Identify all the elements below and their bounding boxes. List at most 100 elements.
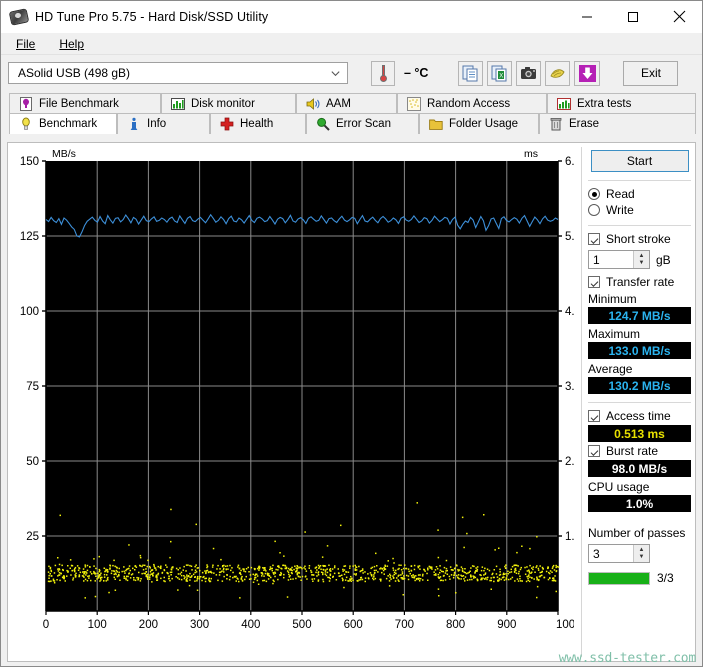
tab-benchmark[interactable]: Benchmark [9,113,117,134]
temperature-button[interactable] [371,61,395,86]
checkbox-access-time-label: Access time [606,409,671,423]
checkbox-transfer-rate[interactable]: Transfer rate [588,275,693,289]
divider-3 [588,402,691,403]
radio-read[interactable]: Read [588,187,693,201]
svg-text:600: 600 [344,619,363,631]
thermometer-icon [380,65,387,82]
tab-bar: File Benchmark Disk monitor AAM [1,93,702,134]
svg-text:5.00: 5.00 [565,231,574,243]
tab-info-label: Info [147,118,166,130]
radio-write[interactable]: Write [588,203,693,217]
window-title: HD Tune Pro 5.75 - Hard Disk/SSD Utility [35,10,268,24]
radio-read-label: Read [606,187,635,201]
svg-text:1000: 1000 [556,619,574,631]
svg-text:50: 50 [26,456,39,468]
copy-to-clipboard-button[interactable] [458,61,483,86]
minimize-button[interactable] [564,1,610,32]
average-label: Average [588,362,693,376]
svg-text:75: 75 [26,381,39,393]
tab-extra-tests[interactable]: Extra tests [547,93,696,114]
export-excel-button[interactable]: X [487,61,512,86]
svg-text:300: 300 [190,619,209,631]
svg-text:200: 200 [139,619,158,631]
watermark: www.ssd-tester.com [559,651,696,666]
download-button[interactable] [574,61,600,86]
minimum-label: Minimum [588,292,693,306]
hand-icon [549,66,566,81]
tab-file-benchmark[interactable]: File Benchmark [9,93,161,114]
short-stroke-stepper[interactable]: 1 ▲▼ [588,250,650,269]
tab-extra-tests-label: Extra tests [577,98,631,110]
svg-text:700: 700 [395,619,414,631]
short-stroke-value: 1 [589,253,633,267]
svg-text:125: 125 [20,231,39,243]
checkbox-short-stroke-label: Short stroke [606,232,671,246]
svg-text:900: 900 [497,619,516,631]
svg-text:2.00: 2.00 [565,456,574,468]
benchmark-chart-svg: MB/sms2550751001251501.002.003.004.005.0… [8,143,574,662]
svg-text:25: 25 [26,531,39,543]
checkbox-burst-rate-indicator [588,445,600,457]
benchmark-chart: MB/sms2550751001251501.002.003.004.005.0… [8,143,574,662]
passes-stepper-arrows[interactable]: ▲▼ [633,545,649,562]
info-icon [127,117,141,131]
tab-info[interactable]: Info [117,113,210,134]
checkbox-access-time-indicator [588,410,600,422]
maximum-label: Maximum [588,327,693,341]
screenshot-button[interactable] [516,61,541,86]
maximum-value: 133.0 MB/s [588,342,691,359]
hand-tool-button[interactable] [545,61,570,86]
short-stroke-stepper-arrows[interactable]: ▲▼ [633,251,649,268]
tab-error-scan[interactable]: Error Scan [306,113,419,134]
start-button[interactable]: Start [591,150,689,172]
menu-file[interactable]: File [9,35,46,53]
magnifier-icon [316,117,330,131]
chevron-down-icon [330,68,341,79]
tab-folder-usage-label: Folder Usage [449,118,518,130]
checkbox-transfer-rate-label: Transfer rate [606,275,674,289]
tab-row-upper: File Benchmark Disk monitor AAM [9,93,696,114]
file-benchmark-icon [19,97,33,111]
svg-text:X: X [500,73,504,79]
close-button[interactable] [656,1,702,32]
exit-button[interactable]: Exit [623,61,678,86]
cpu-usage-label: CPU usage [588,480,693,494]
svg-text:ms: ms [524,148,538,160]
tab-aam-label: AAM [326,98,351,110]
lightbulb-icon [19,117,33,131]
burst-rate-value: 98.0 MB/s [588,460,691,477]
down-arrow-icon [578,64,597,83]
tab-erase[interactable]: Erase [539,113,696,134]
tab-health[interactable]: Health [210,113,306,134]
passes-row: 3 ▲▼ [588,544,693,563]
menu-help[interactable]: Help [52,35,95,53]
checkbox-access-time[interactable]: Access time [588,409,693,423]
folder-icon [429,117,443,131]
divider-1 [588,180,691,181]
start-button-label: Start [627,154,652,168]
tab-aam[interactable]: AAM [296,93,397,114]
random-access-icon [407,97,421,111]
checkbox-short-stroke[interactable]: Short stroke [588,232,693,246]
tab-folder-usage[interactable]: Folder Usage [419,113,539,134]
tab-file-benchmark-label: File Benchmark [39,98,119,110]
menu-bar: File Help [1,33,702,55]
drive-select[interactable]: ASolid USB (498 gB) [8,62,348,84]
passes-stepper[interactable]: 3 ▲▼ [588,544,650,563]
excel-export-icon: X [491,65,508,82]
tab-random-access[interactable]: Random Access [397,93,547,114]
svg-text:6.00: 6.00 [565,156,574,168]
window-controls [564,1,702,32]
checkbox-transfer-rate-indicator [588,276,600,288]
drive-select-value: ASolid USB (498 gB) [18,66,130,80]
tab-health-label: Health [240,118,273,130]
exit-button-label: Exit [641,66,661,80]
checkbox-burst-rate[interactable]: Burst rate [588,444,693,458]
svg-text:4.00: 4.00 [565,306,574,318]
progress-text: 3/3 [657,571,674,585]
trash-icon [549,117,563,131]
svg-text:100: 100 [20,306,39,318]
radio-read-indicator [588,188,600,200]
tab-disk-monitor[interactable]: Disk monitor [161,93,296,114]
maximize-button[interactable] [610,1,656,32]
